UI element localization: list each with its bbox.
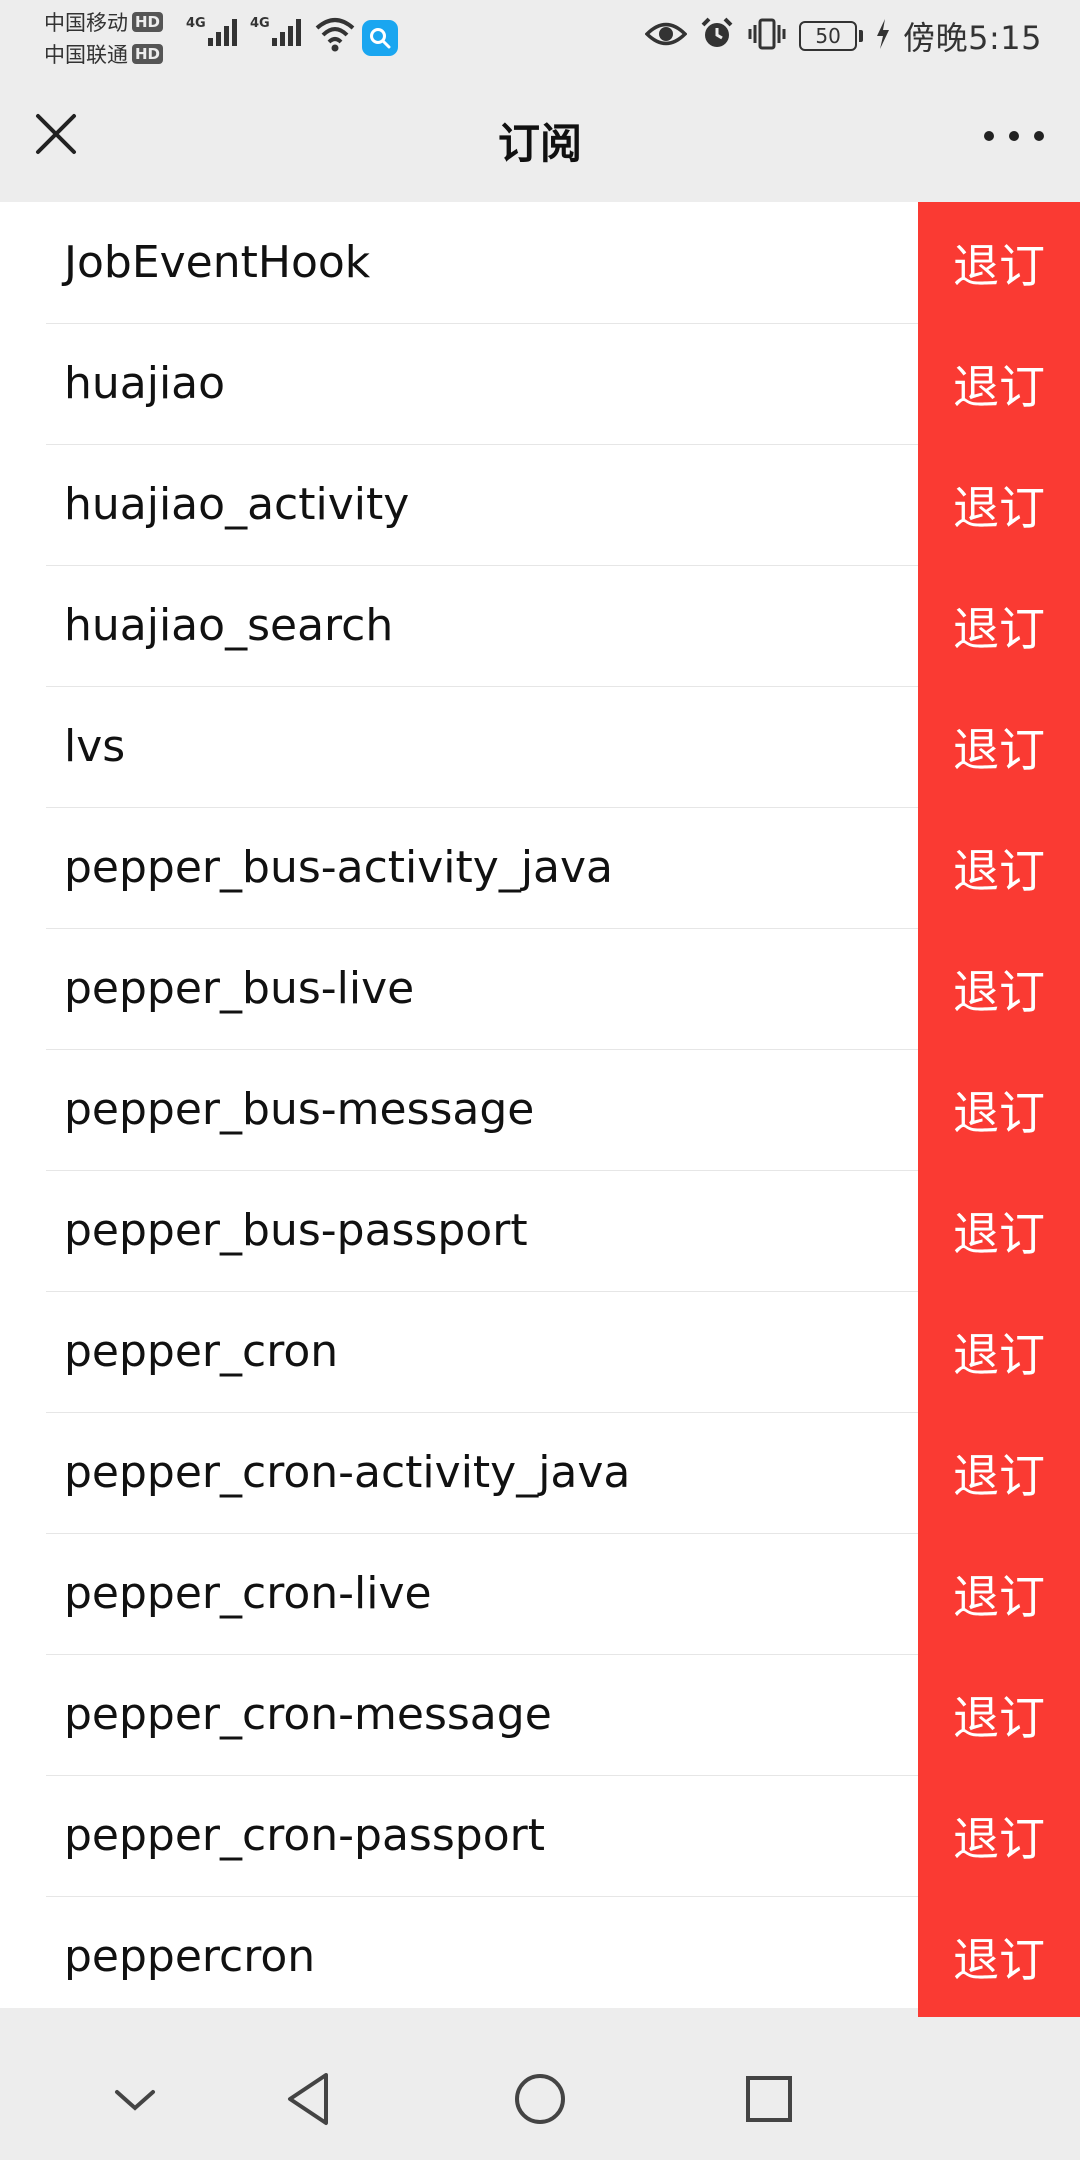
unsubscribe-button[interactable]: 退订	[918, 1533, 1080, 1654]
subscription-name: peppercron	[64, 1931, 316, 1982]
subscription-row[interactable]: pepper_bus-passport 退订	[0, 1170, 1080, 1291]
status-bar: 中国移动 HD 中国联通 HD 4G 4G 50 傍晚5:15	[0, 0, 1080, 72]
system-nav-bar	[0, 2038, 1080, 2160]
subscription-row[interactable]: pepper_cron-message 退订	[0, 1654, 1080, 1775]
nav-recents-button[interactable]	[734, 2064, 804, 2134]
more-icon-dot	[1034, 131, 1044, 141]
subscription-name: pepper_bus-passport	[64, 1205, 528, 1256]
unsubscribe-button[interactable]: 退订	[918, 1049, 1080, 1170]
hd-badge: HD	[132, 44, 164, 64]
subscription-row[interactable]: peppercron 退订	[0, 1896, 1080, 2017]
unsubscribe-button[interactable]: 退订	[918, 1291, 1080, 1412]
subscription-name: pepper_cron-activity_java	[64, 1447, 631, 1498]
signal-1-icon: 4G	[186, 16, 242, 46]
charging-icon	[875, 18, 891, 54]
unsubscribe-button[interactable]: 退订	[918, 565, 1080, 686]
nav-collapse-icon	[115, 2090, 155, 2111]
nav-home-icon	[515, 2074, 565, 2124]
page-title: 订阅	[497, 119, 582, 168]
signal-2-icon: 4G	[250, 16, 306, 46]
subscription-name: huajiao_search	[64, 600, 394, 651]
more-icon-dot	[1009, 131, 1019, 141]
nav-bar: 订阅	[0, 72, 1080, 202]
subscription-name: pepper_cron	[64, 1326, 339, 1377]
nav-back-icon	[288, 2073, 328, 2125]
subscription-row[interactable]: huajiao 退订	[0, 323, 1080, 444]
subscription-name: pepper_cron-message	[64, 1689, 552, 1740]
carrier-info: 中国移动 HD 中国联通 HD	[44, 6, 184, 70]
eye-icon	[644, 19, 688, 53]
subscription-name: pepper_cron-live	[64, 1568, 432, 1619]
carrier-2-label: 中国联通	[44, 43, 128, 67]
nav-collapse-button[interactable]	[100, 2064, 170, 2134]
subscription-row[interactable]: huajiao_activity 退订	[0, 444, 1080, 565]
subscription-row[interactable]: JobEventHook 退订	[0, 202, 1080, 323]
subscription-name: pepper_bus-live	[64, 963, 415, 1014]
subscription-name: huajiao_activity	[64, 479, 410, 530]
more-button[interactable]	[984, 116, 1044, 156]
subscription-row[interactable]: pepper_cron-live 退订	[0, 1533, 1080, 1654]
search-app-icon	[362, 20, 398, 56]
unsubscribe-button[interactable]: 退订	[918, 444, 1080, 565]
subscription-row[interactable]: pepper_bus-live 退订	[0, 928, 1080, 1049]
subscription-row[interactable]: pepper_bus-activity_java 退订	[0, 807, 1080, 928]
nav-back-button[interactable]	[274, 2064, 344, 2134]
network-1-label: 4G	[186, 16, 206, 31]
status-right: 50 傍晚5:15	[644, 14, 1042, 58]
unsubscribe-button[interactable]: 退订	[918, 686, 1080, 807]
wifi-icon	[314, 14, 356, 58]
subscription-list: JobEventHook 退订 huajiao 退订 huajiao_activity 退…	[0, 202, 1080, 2017]
subscription-name: huajiao	[64, 358, 226, 409]
unsubscribe-button[interactable]: 退订	[918, 1170, 1080, 1291]
battery-tip	[859, 30, 864, 42]
subscription-row[interactable]: pepper_bus-message 退订	[0, 1049, 1080, 1170]
subscription-row[interactable]: lvs 退订	[0, 686, 1080, 807]
subscription-name: lvs	[64, 721, 126, 772]
nav-home-button[interactable]	[505, 2064, 575, 2134]
more-icon	[984, 131, 994, 141]
battery-icon: 50	[799, 21, 858, 51]
unsubscribe-button[interactable]: 退订	[918, 323, 1080, 444]
nav-recents-icon	[746, 2076, 792, 2122]
subscription-name: pepper_bus-message	[64, 1084, 535, 1135]
unsubscribe-button[interactable]: 退订	[918, 807, 1080, 928]
subscription-row[interactable]: huajiao_search 退订	[0, 565, 1080, 686]
alarm-icon	[699, 16, 735, 56]
subscription-name: pepper_bus-activity_java	[64, 842, 614, 893]
unsubscribe-button[interactable]: 退订	[918, 202, 1080, 323]
subscription-name: pepper_cron-passport	[64, 1810, 545, 1861]
hd-badge: HD	[132, 12, 164, 32]
vibrate-icon	[747, 17, 787, 55]
subscription-row[interactable]: pepper_cron-passport 退订	[0, 1775, 1080, 1896]
network-2-label: 4G	[250, 16, 270, 31]
unsubscribe-button[interactable]: 退订	[918, 1775, 1080, 1896]
unsubscribe-button[interactable]: 退订	[918, 928, 1080, 1049]
subscription-row[interactable]: pepper_cron 退订	[0, 1291, 1080, 1412]
unsubscribe-button[interactable]: 退订	[918, 1896, 1080, 2017]
carrier-1-label: 中国移动	[44, 11, 128, 35]
unsubscribe-button[interactable]: 退订	[918, 1412, 1080, 1533]
clock: 傍晚5:15	[903, 19, 1042, 57]
subscription-name: JobEventHook	[64, 237, 371, 288]
unsubscribe-button[interactable]: 退订	[918, 1654, 1080, 1775]
subscription-row[interactable]: pepper_cron-activity_java 退订	[0, 1412, 1080, 1533]
